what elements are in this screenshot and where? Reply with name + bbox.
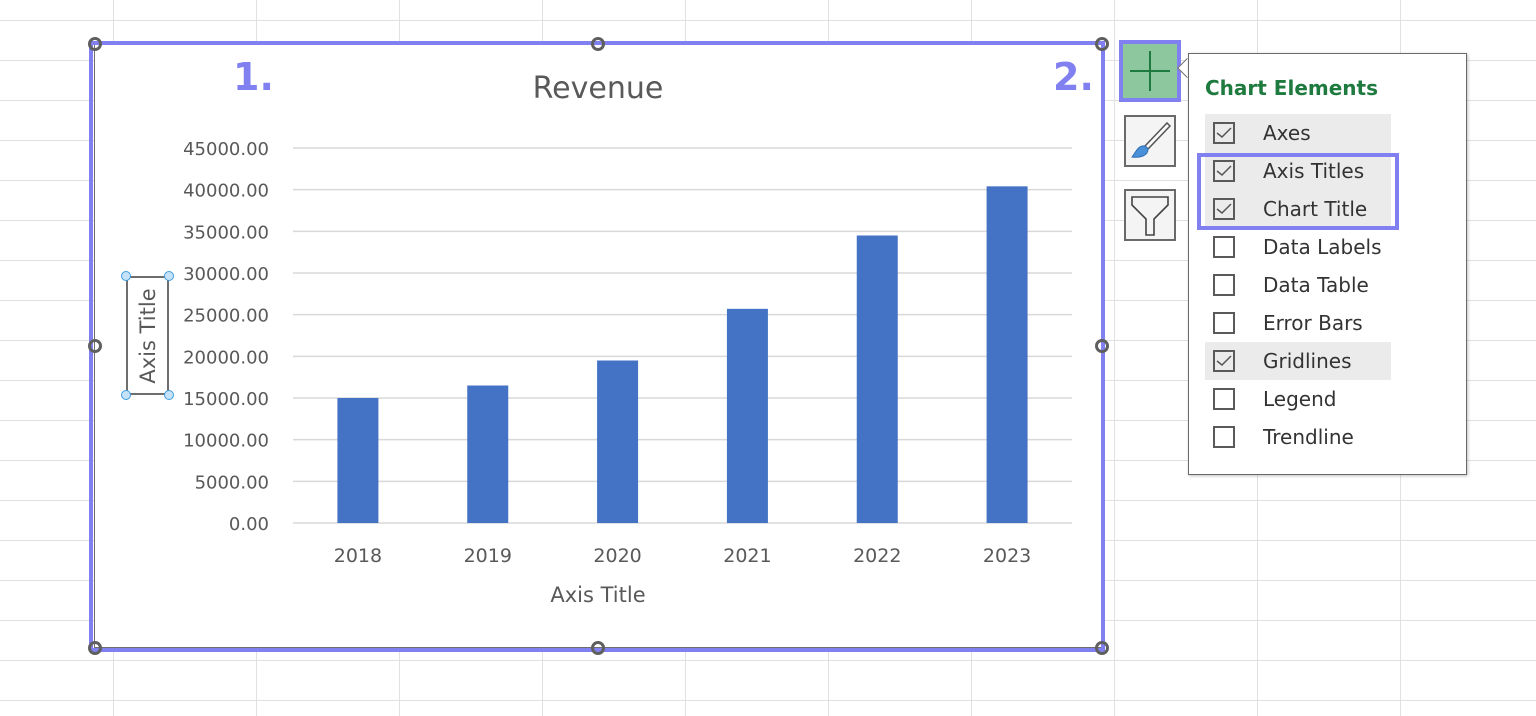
- annotation-step-2: 2.: [1053, 55, 1094, 99]
- resize-handle-top-left[interactable]: [88, 37, 102, 51]
- flyout-title: Chart Elements: [1205, 76, 1378, 100]
- resize-handle-top-center[interactable]: [591, 37, 605, 51]
- flyout-item-label: Data Labels: [1263, 235, 1382, 259]
- flyout-item-label: Gridlines: [1263, 349, 1352, 373]
- x-tick-label: 2020: [593, 545, 641, 567]
- bar-2019[interactable]: [467, 385, 509, 524]
- checkmark-icon: [1216, 355, 1232, 367]
- checkbox[interactable]: [1213, 160, 1235, 182]
- checkmark-icon: [1216, 165, 1232, 177]
- checkbox[interactable]: [1213, 388, 1235, 410]
- y-tick-label: 30000.00: [183, 264, 269, 285]
- y-tick-label: 0.00: [229, 514, 269, 535]
- chart-filters-button[interactable]: [1124, 189, 1176, 241]
- flyout-item-trendline[interactable]: Trendline: [1205, 418, 1391, 456]
- checkmark-icon: [1216, 127, 1232, 139]
- flyout-item-chart-title[interactable]: Chart Title: [1205, 190, 1391, 228]
- plot-area: 0.00 5000.00 10000.00 15000.00 20000.00 25000…: [183, 139, 1072, 567]
- chart-styles-button[interactable]: [1124, 115, 1176, 167]
- chart-area[interactable]: Revenue 0.00 5000.00 10000.00 15000.00 20000…: [94, 44, 1102, 648]
- flyout-item-data-table[interactable]: Data Table: [1205, 266, 1391, 304]
- y-axis-title-box[interactable]: Axis Title: [126, 276, 169, 395]
- flyout-item-axes[interactable]: Axes: [1205, 114, 1391, 152]
- chart-elements-flyout: Chart Elements Axes Axis Titles Chart Titl…: [1188, 53, 1467, 475]
- y-tick-label: 40000.00: [183, 181, 269, 202]
- y-tick-label: 45000.00: [183, 139, 269, 160]
- resize-handle-middle-right[interactable]: [1095, 339, 1109, 353]
- flyout-item-legend[interactable]: Legend: [1205, 380, 1391, 418]
- bar-2018[interactable]: [337, 398, 379, 523]
- resize-handle-middle-left[interactable]: [88, 339, 102, 353]
- x-tick-label: 2023: [983, 545, 1031, 567]
- checkbox[interactable]: [1213, 274, 1235, 296]
- flyout-item-data-labels[interactable]: Data Labels: [1205, 228, 1391, 266]
- checkbox[interactable]: [1213, 198, 1235, 220]
- flyout-item-label: Axes: [1263, 121, 1311, 145]
- flyout-item-axis-titles[interactable]: Axis Titles: [1205, 152, 1391, 190]
- checkbox[interactable]: [1213, 350, 1235, 372]
- bar-2021[interactable]: [726, 308, 768, 523]
- chart-elements-button[interactable]: [1119, 40, 1181, 102]
- plus-icon: [1130, 51, 1170, 91]
- flyout-item-error-bars[interactable]: Error Bars: [1205, 304, 1391, 342]
- y-axis-title[interactable]: Axis Title: [136, 288, 160, 383]
- resize-handle-top-right[interactable]: [1095, 37, 1109, 51]
- checkbox[interactable]: [1213, 426, 1235, 448]
- y-tick-label: 15000.00: [183, 389, 269, 410]
- y-tick-label: 35000.00: [183, 222, 269, 243]
- y-tick-label: 20000.00: [183, 347, 269, 368]
- resize-handle-bottom-center[interactable]: [591, 641, 605, 655]
- checkbox[interactable]: [1213, 312, 1235, 334]
- flyout-item-label: Data Table: [1263, 273, 1369, 297]
- checkmark-icon: [1216, 203, 1232, 215]
- filter-icon: [1131, 196, 1169, 236]
- y-tick-label: 5000.00: [195, 472, 269, 493]
- y-axis-title-handle-tr[interactable]: [164, 271, 174, 281]
- checkbox[interactable]: [1213, 122, 1235, 144]
- paintbrush-icon: [1131, 121, 1172, 158]
- x-tick-label: 2022: [853, 545, 901, 567]
- checkbox[interactable]: [1213, 236, 1235, 258]
- x-tick-label: 2019: [464, 545, 512, 567]
- flyout-item-label: Axis Titles: [1263, 159, 1365, 183]
- bar-2023[interactable]: [986, 186, 1028, 524]
- y-axis-title-handle-tl[interactable]: [121, 271, 131, 281]
- y-axis-title-handle-bl[interactable]: [121, 390, 131, 400]
- resize-handle-bottom-right[interactable]: [1095, 641, 1109, 655]
- resize-handle-bottom-left[interactable]: [88, 641, 102, 655]
- flyout-item-label: Chart Title: [1263, 197, 1368, 221]
- flyout-item-label: Legend: [1263, 387, 1337, 411]
- x-tick-label: 2018: [334, 545, 382, 567]
- bar-2020[interactable]: [597, 360, 639, 524]
- y-tick-label: 10000.00: [183, 431, 269, 452]
- x-axis-title[interactable]: Axis Title: [95, 583, 1101, 607]
- flyout-item-label: Trendline: [1263, 425, 1354, 449]
- flyout-item-label: Error Bars: [1263, 311, 1363, 335]
- y-axis-title-handle-br[interactable]: [164, 390, 174, 400]
- annotation-step-1: 1.: [233, 55, 274, 99]
- bar-2022[interactable]: [856, 235, 898, 524]
- x-tick-label: 2021: [723, 545, 771, 567]
- y-tick-label: 25000.00: [183, 306, 269, 327]
- flyout-item-gridlines[interactable]: Gridlines: [1205, 342, 1391, 380]
